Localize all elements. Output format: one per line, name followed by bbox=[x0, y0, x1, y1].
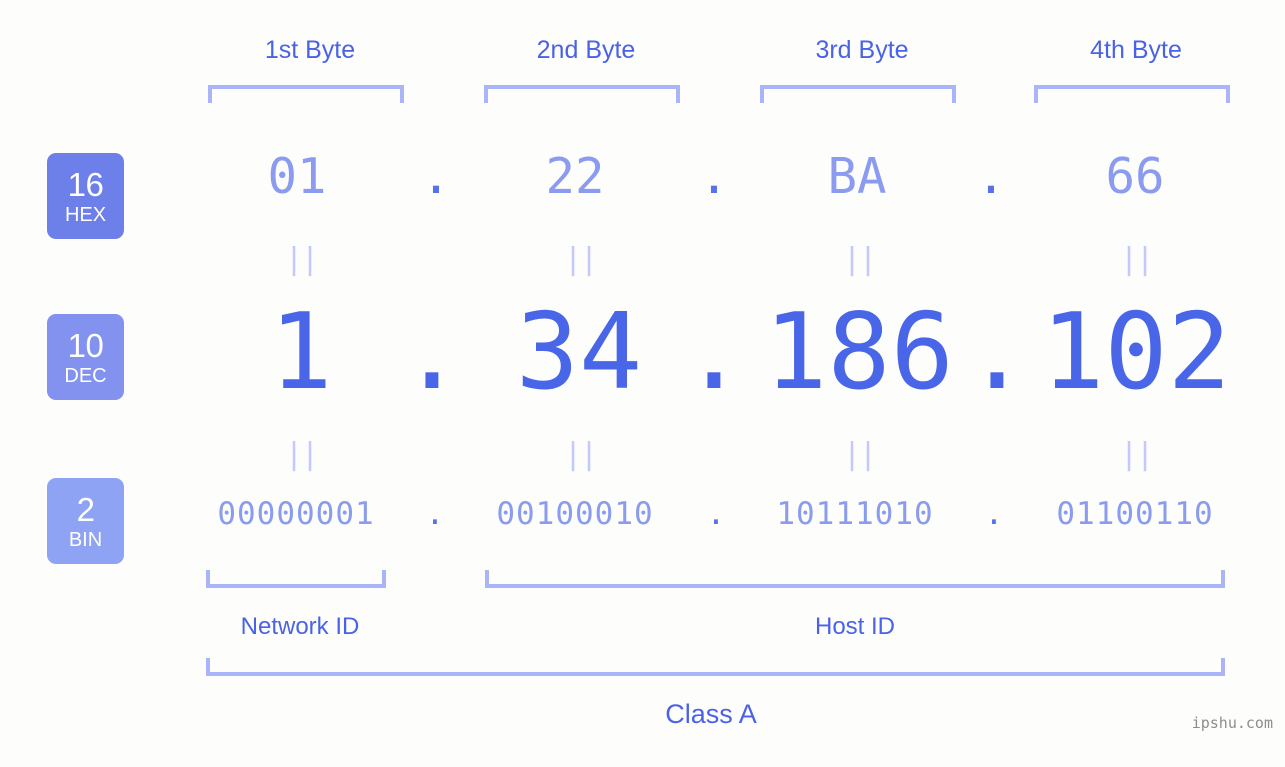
equality-mark-hex-dec-1: || bbox=[284, 242, 319, 277]
base-badge-bin: 2 BIN bbox=[47, 478, 124, 564]
dec-separator-2: . bbox=[682, 291, 746, 413]
base-badge-hex: 16 HEX bbox=[47, 153, 124, 239]
hex-octet-1: 01 bbox=[267, 148, 327, 205]
dec-octet-4: 102 bbox=[1041, 291, 1231, 413]
host-id-bracket bbox=[485, 570, 1225, 588]
base-badge-dec-number: 10 bbox=[67, 326, 104, 364]
equality-mark-dec-bin-3: || bbox=[842, 437, 877, 472]
dec-octet-1: 1 bbox=[269, 291, 333, 413]
equality-mark-dec-bin-1: || bbox=[284, 437, 319, 472]
dec-octet-2: 34 bbox=[515, 291, 643, 413]
ip-address-breakdown-diagram: 1st Byte 2nd Byte 3rd Byte 4th Byte 16 H… bbox=[0, 0, 1285, 767]
base-badge-bin-number: 2 bbox=[76, 490, 95, 528]
equality-mark-hex-dec-2: || bbox=[563, 242, 598, 277]
byte-bracket-top-2 bbox=[484, 85, 680, 103]
bin-separator-3: . bbox=[984, 496, 1004, 532]
site-watermark: ipshu.com bbox=[1191, 714, 1273, 732]
equality-mark-dec-bin-4: || bbox=[1119, 437, 1154, 472]
hex-octet-4: 66 bbox=[1105, 148, 1165, 205]
class-bracket bbox=[206, 658, 1225, 676]
base-badge-dec-abbr: DEC bbox=[64, 364, 107, 387]
equality-mark-dec-bin-2: || bbox=[563, 437, 598, 472]
byte-header-label-2: 2nd Byte bbox=[536, 36, 636, 64]
bin-octet-3: 10111010 bbox=[776, 496, 934, 532]
hex-octet-2: 22 bbox=[545, 148, 605, 205]
equality-mark-hex-dec-4: || bbox=[1119, 242, 1154, 277]
equality-mark-hex-dec-3: || bbox=[842, 242, 877, 277]
base-badge-bin-abbr: BIN bbox=[68, 528, 103, 551]
network-id-bracket bbox=[206, 570, 386, 588]
bin-separator-2: . bbox=[706, 496, 726, 532]
base-badge-hex-abbr: HEX bbox=[64, 203, 107, 226]
base-badge-hex-number: 16 bbox=[67, 165, 104, 203]
dec-octet-3: 186 bbox=[764, 291, 954, 413]
bin-octet-4: 01100110 bbox=[1056, 496, 1214, 532]
dec-separator-1: . bbox=[400, 291, 464, 413]
byte-bracket-top-1 bbox=[208, 85, 404, 103]
byte-bracket-top-4 bbox=[1034, 85, 1230, 103]
base-badge-dec: 10 DEC bbox=[47, 314, 124, 400]
hex-separator-3: . bbox=[976, 148, 1006, 205]
hex-separator-2: . bbox=[699, 148, 729, 205]
byte-bracket-top-3 bbox=[760, 85, 956, 103]
bin-separator-1: . bbox=[425, 496, 445, 532]
bin-octet-1: 00000001 bbox=[217, 496, 375, 532]
hex-separator-1: . bbox=[421, 148, 451, 205]
byte-header-label-1: 1st Byte bbox=[264, 36, 356, 64]
bin-octet-2: 00100010 bbox=[496, 496, 654, 532]
host-id-label: Host ID bbox=[814, 613, 895, 640]
byte-header-label-3: 3rd Byte bbox=[815, 36, 909, 64]
byte-header-label-4: 4th Byte bbox=[1090, 36, 1182, 64]
network-id-label: Network ID bbox=[240, 613, 360, 640]
class-label: Class A bbox=[665, 699, 757, 729]
hex-octet-3: BA bbox=[827, 148, 887, 205]
